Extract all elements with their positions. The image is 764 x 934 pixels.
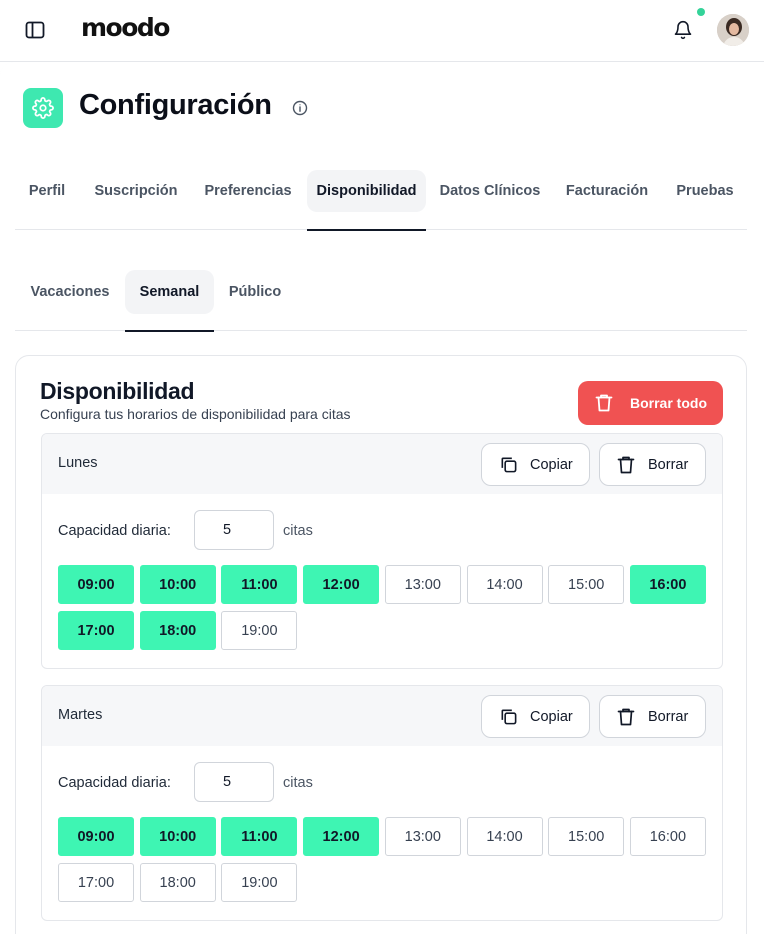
- time-slot[interactable]: 10:00: [139, 565, 216, 604]
- time-slot[interactable]: 13:00: [384, 565, 461, 604]
- settings-tabs: Perfil Suscripción Preferencias Disponib…: [15, 168, 747, 231]
- tab-suscripcion[interactable]: Suscripción: [85, 170, 187, 212]
- card-title: Disponibilidad: [40, 378, 195, 404]
- time-slot[interactable]: 14:00: [466, 565, 543, 604]
- copy-icon: [498, 707, 518, 727]
- clear-all-button[interactable]: Borrar todo: [578, 381, 723, 425]
- tab-disponibilidad[interactable]: Disponibilidad: [307, 170, 426, 212]
- availability-subtabs: Vacaciones Semanal Público: [15, 270, 747, 332]
- day-header: Lunes Copiar Borrar: [42, 434, 722, 494]
- trash-icon: [594, 393, 614, 413]
- delete-day-button[interactable]: Borrar: [599, 443, 706, 486]
- time-slot[interactable]: 10:00: [139, 817, 216, 856]
- tab-datos-clinicos[interactable]: Datos Clínicos: [433, 170, 547, 212]
- day-header: Martes Copiar Borrar: [42, 686, 722, 746]
- trash-icon: [616, 455, 636, 475]
- availability-card: Disponibilidad Configura tus horarios de…: [15, 355, 747, 934]
- capacity-input[interactable]: [194, 510, 274, 550]
- time-slot[interactable]: 12:00: [303, 565, 380, 604]
- copy-label: Copiar: [530, 708, 573, 725]
- tab-perfil[interactable]: Perfil: [15, 170, 79, 212]
- clear-all-label: Borrar todo: [630, 395, 707, 411]
- trash-icon: [616, 707, 636, 727]
- copy-label: Copiar: [530, 456, 573, 473]
- delete-label: Borrar: [648, 708, 689, 725]
- copy-day-button[interactable]: Copiar: [481, 695, 590, 738]
- copy-day-button[interactable]: Copiar: [481, 443, 590, 486]
- delete-label: Borrar: [648, 456, 689, 473]
- time-slot[interactable]: 11:00: [221, 817, 298, 856]
- capacity-label: Capacidad diaria:: [58, 523, 171, 539]
- copy-icon: [498, 455, 518, 475]
- subtab-vacaciones[interactable]: Vacaciones: [20, 270, 120, 314]
- time-slot[interactable]: 13:00: [384, 817, 461, 856]
- delete-day-button[interactable]: Borrar: [599, 695, 706, 738]
- time-slot[interactable]: 19:00: [221, 611, 298, 650]
- page-content: Configuración Perfil Suscripción Prefere…: [0, 62, 764, 934]
- card-subtitle: Configura tus horarios de disponibilidad…: [40, 406, 351, 422]
- day-name: Martes: [58, 707, 103, 723]
- capacity-label: Capacidad diaria:: [58, 775, 171, 791]
- time-slot[interactable]: 16:00: [629, 565, 706, 604]
- top-bar: moodo: [0, 0, 764, 62]
- day-section-lunes: Lunes Copiar Borrar Capacidad diaria: 5 …: [41, 433, 723, 669]
- avatar[interactable]: [717, 14, 749, 46]
- day-name: Lunes: [58, 455, 98, 471]
- subtab-publico[interactable]: Público: [220, 270, 290, 314]
- time-slot[interactable]: 15:00: [548, 565, 625, 604]
- capacity-unit: citas: [283, 523, 313, 539]
- time-slot[interactable]: 12:00: [303, 817, 380, 856]
- time-slot[interactable]: 18:00: [139, 863, 216, 902]
- time-slot[interactable]: 17:00: [58, 611, 134, 650]
- time-slot[interactable]: 11:00: [221, 565, 298, 604]
- subtab-semanal[interactable]: Semanal: [125, 270, 214, 314]
- tab-preferencias[interactable]: Preferencias: [195, 170, 301, 212]
- notification-dot: [697, 8, 705, 16]
- tab-facturacion[interactable]: Facturación: [557, 170, 657, 212]
- time-slot[interactable]: 14:00: [466, 817, 543, 856]
- capacity-unit: citas: [283, 775, 313, 791]
- time-slot[interactable]: 09:00: [58, 817, 134, 856]
- page-background: Configuración Perfil Suscripción Prefere…: [0, 62, 764, 934]
- settings-gear-icon: [23, 88, 63, 128]
- sidebar-toggle-icon[interactable]: [24, 20, 46, 40]
- tab-pruebas[interactable]: Pruebas: [669, 170, 741, 212]
- time-slot[interactable]: 16:00: [629, 817, 706, 856]
- bell-icon[interactable]: [671, 18, 695, 42]
- page-title: Configuración: [79, 89, 272, 121]
- app-logo[interactable]: moodo: [81, 13, 170, 42]
- info-icon[interactable]: [291, 99, 309, 117]
- active-tab-indicator: [307, 229, 426, 231]
- time-slot[interactable]: 15:00: [548, 817, 625, 856]
- active-subtab-indicator: [125, 330, 214, 332]
- time-slot[interactable]: 17:00: [58, 863, 134, 902]
- day-section-martes: Martes Copiar Borrar Capacidad diaria: 5…: [41, 685, 723, 921]
- time-slot[interactable]: 09:00: [58, 565, 134, 604]
- capacity-input[interactable]: [194, 762, 274, 802]
- time-slot[interactable]: 19:00: [221, 863, 298, 902]
- time-slot[interactable]: 18:00: [139, 611, 216, 650]
